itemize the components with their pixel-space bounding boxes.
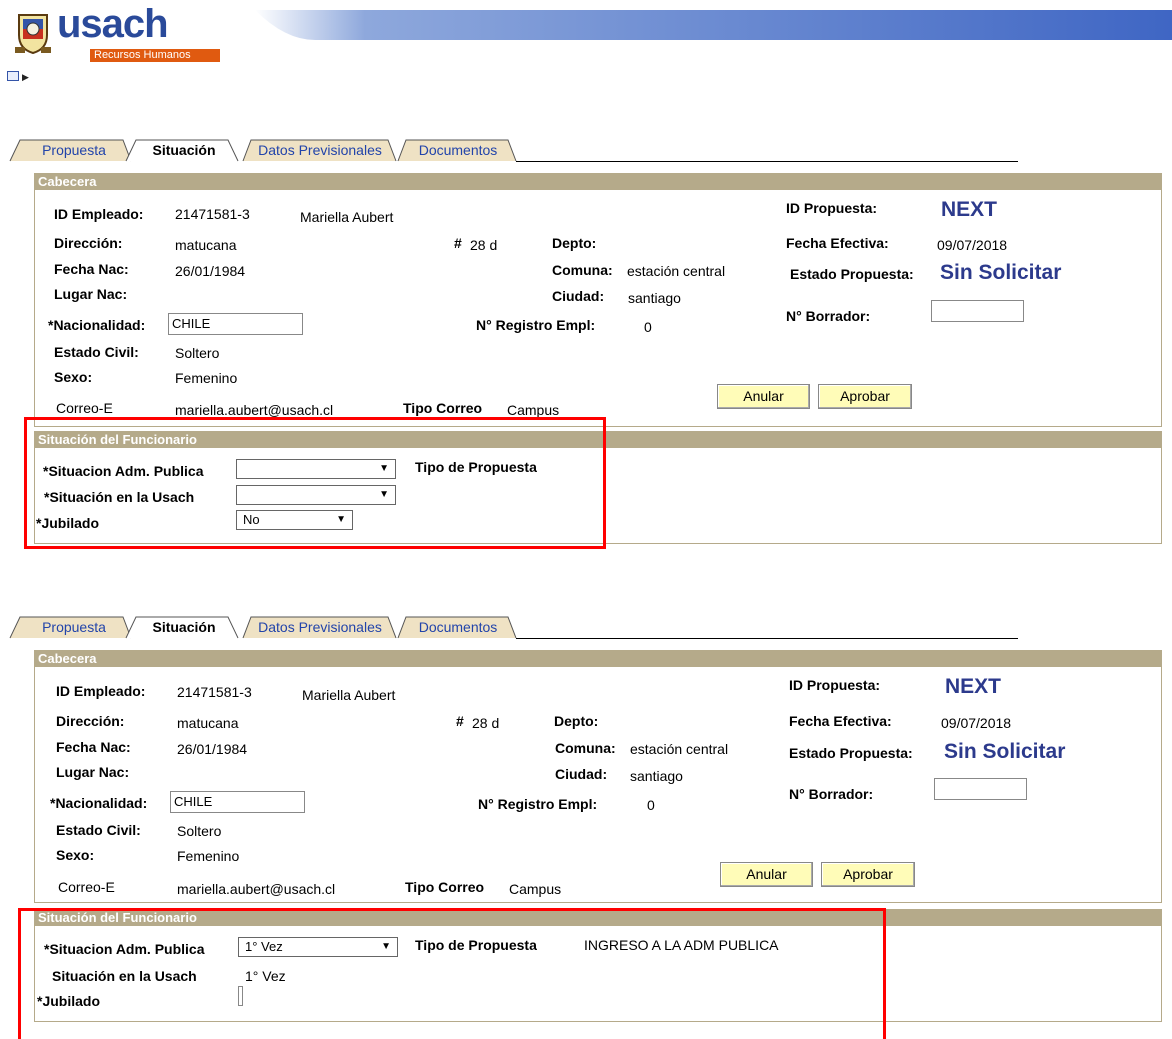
tabs-bar-1: Propuesta Situación Datos Previsionales … [8, 139, 1018, 163]
registro-value: 0 [644, 319, 652, 335]
registro-value: 0 [647, 797, 655, 813]
tab-datos-previsionales[interactable]: Datos Previsionales [248, 616, 392, 638]
fecha-nac-value: 26/01/1984 [177, 741, 248, 757]
lugar-nac-label: Lugar Nac: [54, 286, 128, 302]
correo-label: Correo-E [56, 400, 113, 416]
direccion-value: matucana [177, 715, 239, 731]
estado-propuesta-value: Sin Solicitar [940, 261, 1062, 284]
comuna-value: estación central [627, 263, 726, 279]
logo-subtitle: Recursos Humanos [90, 49, 220, 62]
menu-toggle-icon[interactable] [7, 71, 19, 81]
sexo-label: Sexo: [56, 847, 95, 863]
depto-label: Depto: [554, 713, 599, 729]
employee-name: Mariella Aubert [300, 209, 394, 225]
tab-propuesta[interactable]: Propuesta [20, 139, 128, 161]
tipo-correo-label: Tipo Correo [405, 879, 485, 895]
ciudad-label: Ciudad: [552, 288, 605, 304]
nacionalidad-input[interactable]: CHILE [168, 313, 303, 335]
id-propuesta-label: ID Propuesta: [789, 677, 881, 693]
anular-button[interactable]: Anular [717, 384, 810, 409]
logo-text: usach [57, 2, 169, 46]
comuna-label: Comuna: [555, 740, 616, 756]
numero-label: # [456, 713, 464, 729]
sexo-value: Femenino [175, 370, 238, 386]
fecha-efectiva-label: Fecha Efectiva: [789, 713, 892, 729]
registro-label: N° Registro Empl: [476, 317, 596, 333]
ciudad-value: santiago [628, 290, 681, 306]
caret-right-icon[interactable]: ▶ [22, 72, 29, 83]
fecha-nac-value: 26/01/1984 [175, 263, 246, 279]
correo-value: mariella.aubert@usach.cl [175, 402, 334, 418]
correo-label: Correo-E [58, 879, 115, 895]
numero-value: 28 d [472, 715, 500, 731]
fecha-efectiva-value: 09/07/2018 [937, 237, 1008, 253]
numero-value: 28 d [470, 237, 498, 253]
tab-propuesta[interactable]: Propuesta [20, 616, 128, 638]
aprobar-button[interactable]: Aprobar [821, 862, 915, 887]
tab-documentos[interactable]: Documentos [404, 139, 512, 161]
correo-value: mariella.aubert@usach.cl [177, 881, 336, 897]
estado-civil-value: Soltero [175, 345, 220, 361]
estado-civil-label: Estado Civil: [54, 344, 139, 360]
tab-datos-previsionales[interactable]: Datos Previsionales [248, 139, 392, 161]
employee-name: Mariella Aubert [302, 687, 396, 703]
fecha-efectiva-value: 09/07/2018 [941, 715, 1012, 731]
highlight-box-1 [24, 417, 606, 549]
borrador-input[interactable] [931, 300, 1024, 322]
tipo-correo-value: Campus [509, 881, 562, 897]
depto-label: Depto: [552, 235, 597, 251]
direccion-value: matucana [175, 237, 237, 253]
numero-label: # [454, 235, 462, 251]
comuna-label: Comuna: [552, 262, 613, 278]
estado-propuesta-label: Estado Propuesta: [789, 745, 913, 761]
id-empleado-value: 21471581-3 [175, 206, 250, 222]
tab-situacion[interactable]: Situación [132, 616, 236, 638]
borrador-label: N° Borrador: [789, 786, 874, 802]
anular-button[interactable]: Anular [720, 862, 813, 887]
fecha-nac-label: Fecha Nac: [54, 261, 129, 277]
id-empleado-value: 21471581-3 [177, 684, 252, 700]
tab-documentos[interactable]: Documentos [404, 616, 512, 638]
nacionalidad-label: *Nacionalidad: [50, 795, 148, 811]
crest-icon [15, 14, 51, 55]
aprobar-button[interactable]: Aprobar [818, 384, 912, 409]
tab-situacion[interactable]: Situación [132, 139, 236, 161]
nacionalidad-label: *Nacionalidad: [48, 317, 146, 333]
direccion-label: Dirección: [54, 235, 123, 251]
comuna-value: estación central [630, 741, 729, 757]
sexo-value: Femenino [177, 848, 240, 864]
tabs-bar-2: Propuesta Situación Datos Previsionales … [8, 616, 1018, 640]
tab-underline [516, 161, 1018, 162]
registro-label: N° Registro Empl: [478, 796, 598, 812]
fecha-efectiva-label: Fecha Efectiva: [786, 235, 889, 251]
estado-civil-value: Soltero [177, 823, 222, 839]
tab-underline [516, 638, 1018, 639]
usach-logo: usach Recursos Humanos [15, 2, 220, 62]
id-empleado-label: ID Empleado: [54, 206, 144, 222]
tipo-correo-label: Tipo Correo [403, 400, 483, 416]
borrador-label: N° Borrador: [786, 308, 871, 324]
highlight-box-2 [18, 908, 886, 1039]
nacionalidad-input[interactable]: CHILE [170, 791, 305, 813]
id-propuesta-value: NEXT [945, 675, 1002, 698]
header-banner [255, 10, 1172, 40]
cabecera-header: Cabecera [34, 650, 1162, 667]
direccion-label: Dirección: [56, 713, 125, 729]
borrador-input[interactable] [934, 778, 1027, 800]
id-propuesta-label: ID Propuesta: [786, 200, 878, 216]
id-empleado-label: ID Empleado: [56, 683, 146, 699]
estado-propuesta-value: Sin Solicitar [944, 740, 1066, 763]
fecha-nac-label: Fecha Nac: [56, 739, 131, 755]
ciudad-label: Ciudad: [555, 766, 608, 782]
tipo-correo-value: Campus [507, 402, 560, 418]
sexo-label: Sexo: [54, 369, 93, 385]
estado-civil-label: Estado Civil: [56, 822, 141, 838]
cabecera-header: Cabecera [34, 173, 1162, 190]
ciudad-value: santiago [630, 768, 683, 784]
lugar-nac-label: Lugar Nac: [56, 764, 130, 780]
id-propuesta-value: NEXT [941, 198, 998, 221]
estado-propuesta-label: Estado Propuesta: [790, 266, 914, 282]
